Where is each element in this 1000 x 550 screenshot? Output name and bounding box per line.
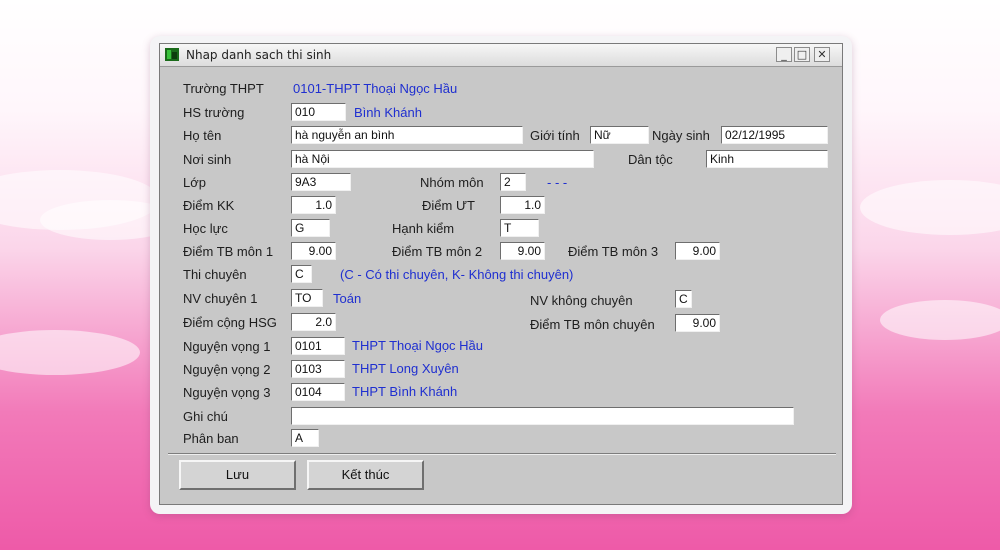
conduct-label: Hạnh kiểm <box>392 221 455 236</box>
conduct-field[interactable]: T <box>500 219 539 237</box>
gifted-bonus-label: Điểm cộng HSG <box>183 315 277 330</box>
button-separator <box>168 453 836 455</box>
priority-score-label: Điểm ƯT <box>422 198 475 213</box>
avg-score-3-field[interactable]: 9.00 <box>675 242 720 260</box>
priority-score-field[interactable]: 1.0 <box>500 196 545 214</box>
ethnicity-field[interactable]: Kinh <box>706 150 828 168</box>
non-specialized-choice-field[interactable]: C <box>675 290 692 308</box>
specialized-choice-subject: Toán <box>333 291 362 306</box>
subject-group-field[interactable]: 2 <box>500 173 526 191</box>
bonus-score-label: Điểm KK <box>183 198 235 213</box>
class-field[interactable]: 9A3 <box>291 173 351 191</box>
hs-school-label: HS trường <box>183 105 245 120</box>
full-name-field[interactable]: hà nguyễn an bình <box>291 126 523 144</box>
birth-date-label: Ngày sinh <box>652 128 710 143</box>
avg-score-2-field[interactable]: 9.00 <box>500 242 545 260</box>
background-cloud <box>880 300 1000 340</box>
specialized-choice-code-field[interactable]: TO <box>291 289 323 307</box>
specialized-choice-label: NV chuyên 1 <box>183 291 258 306</box>
ethnicity-label: Dân tộc <box>628 152 673 167</box>
background-cloud <box>0 330 140 375</box>
gifted-bonus-field[interactable]: 2.0 <box>291 313 336 331</box>
hs-school-code-field[interactable]: 010 <box>291 103 346 121</box>
gender-field[interactable]: Nữ <box>590 126 649 144</box>
wish-1-school-name: THPT Thoại Ngọc Hầu <box>352 338 484 353</box>
birth-place-label: Nơi sinh <box>183 152 232 167</box>
avg-score-2-label: Điểm TB môn 2 <box>392 244 483 259</box>
subject-group-note: - - - <box>547 175 568 190</box>
academic-field[interactable]: G <box>291 219 330 237</box>
wish-3-code-field[interactable]: 0104 <box>291 383 345 401</box>
background-cloud <box>860 180 1000 235</box>
hs-school-name: Bình Khánh <box>354 105 422 120</box>
academic-label: Học lực <box>183 221 228 236</box>
app-icon <box>165 48 179 61</box>
specialized-exam-hint: (C - Có thi chuyên, K- Không thi chuyên) <box>340 267 574 282</box>
gender-label: Giới tính <box>530 128 580 143</box>
wish-1-label: Nguyện vọng 1 <box>183 339 271 354</box>
save-button[interactable]: Lưu <box>179 460 296 490</box>
stream-label: Phân ban <box>183 431 239 446</box>
school-value: 0101-THPT Thoại Ngọc Hầu <box>293 81 458 96</box>
wish-1-code-field[interactable]: 0101 <box>291 337 345 355</box>
birth-place-field[interactable]: hà Nội <box>291 150 594 168</box>
school-label: Trường THPT <box>183 81 264 96</box>
specialized-exam-label: Thi chuyên <box>183 267 247 282</box>
finish-button[interactable]: Kết thúc <box>307 460 424 490</box>
class-label: Lớp <box>183 175 206 190</box>
stream-field[interactable]: A <box>291 429 319 447</box>
wish-2-code-field[interactable]: 0103 <box>291 360 345 378</box>
avg-score-1-field[interactable]: 9.00 <box>291 242 336 260</box>
non-specialized-choice-label: NV không chuyên <box>530 293 633 308</box>
close-button[interactable]: ✕ <box>814 47 830 62</box>
wish-2-label: Nguyện vọng 2 <box>183 362 271 377</box>
minimize-button[interactable]: _ <box>776 47 792 62</box>
bonus-score-field[interactable]: 1.0 <box>291 196 336 214</box>
full-name-label: Họ tên <box>183 128 222 143</box>
specialized-avg-field[interactable]: 9.00 <box>675 314 720 332</box>
note-label: Ghi chú <box>183 409 228 424</box>
specialized-exam-field[interactable]: C <box>291 265 312 283</box>
title-bar[interactable]: Nhap danh sach thi sinh _ □ ✕ <box>160 44 842 67</box>
wish-3-label: Nguyện vọng 3 <box>183 385 271 400</box>
note-field[interactable] <box>291 407 794 425</box>
wish-3-school-name: THPT Bình Khánh <box>352 384 458 399</box>
avg-score-3-label: Điểm TB môn 3 <box>568 244 659 259</box>
window-title: Nhap danh sach thi sinh <box>186 48 332 62</box>
subject-group-label: Nhóm môn <box>420 175 484 190</box>
maximize-button[interactable]: □ <box>794 47 810 62</box>
data-entry-window: Nhap danh sach thi sinh _ □ ✕ Trường THP… <box>159 43 843 505</box>
specialized-avg-label: Điểm TB môn chuyên <box>530 317 655 332</box>
birth-date-field[interactable]: 02/12/1995 <box>721 126 828 144</box>
wish-2-school-name: THPT Long Xuyên <box>352 361 459 376</box>
avg-score-1-label: Điểm TB môn 1 <box>183 244 274 259</box>
